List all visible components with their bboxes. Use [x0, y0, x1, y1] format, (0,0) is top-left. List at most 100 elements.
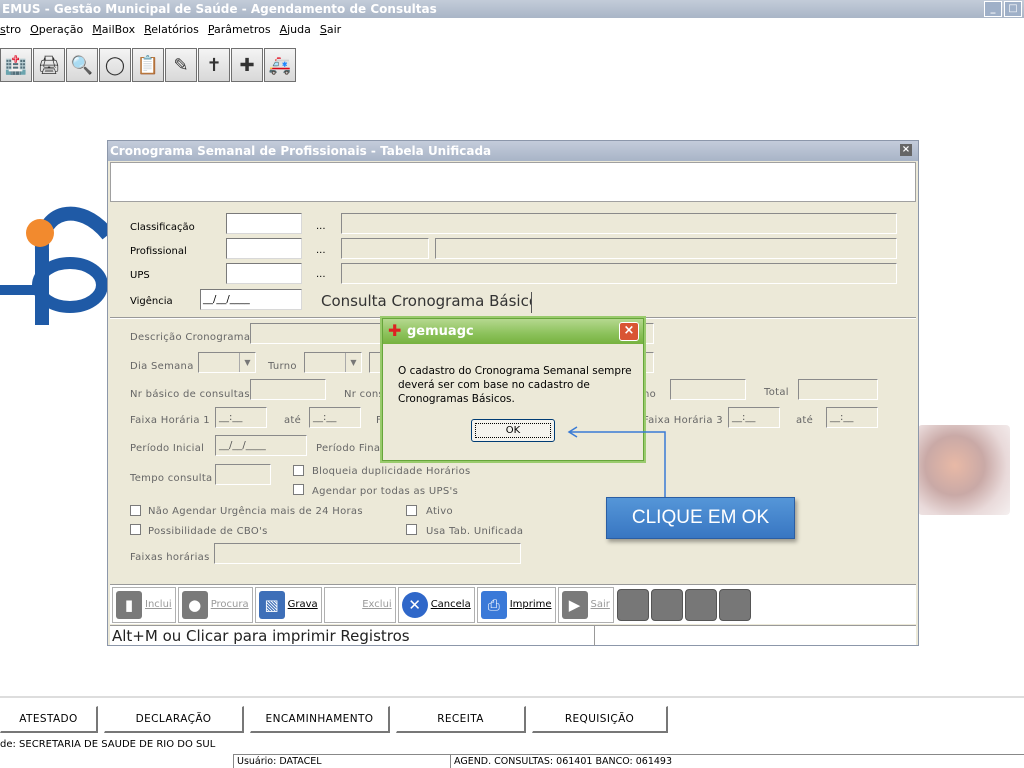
cross-icon[interactable]: ✝: [198, 48, 230, 82]
usa-tab-checkbox: [406, 524, 417, 535]
profissional-name-field: [435, 238, 897, 259]
vigencia-input[interactable]: __/__/____: [200, 289, 302, 310]
sair-label: Sair: [590, 599, 610, 610]
maximize-button[interactable]: □: [1004, 1, 1022, 17]
background-photo: [918, 425, 1010, 515]
possibilidade-checkbox: [130, 524, 141, 535]
clipboard-icon[interactable]: 📋: [132, 48, 164, 82]
possibilidade-label: Possibilidade de CBO's: [148, 526, 268, 537]
next-record-icon[interactable]: [684, 588, 717, 621]
status-cell: [594, 626, 916, 646]
profissional-input[interactable]: [226, 238, 302, 259]
agend-info: AGEND. CONSULTAS: 061401 BANCO: 061493: [450, 754, 1024, 768]
inclui-button[interactable]: ▮ Inclui: [112, 586, 176, 623]
declaracao-button[interactable]: DECLARAÇÃO: [104, 706, 244, 733]
menu-operacao[interactable]: Operação: [30, 20, 83, 40]
total-label: Total: [764, 387, 789, 398]
nao-agendar-checkbox: [130, 505, 141, 516]
imprime-label: Imprime: [509, 599, 552, 610]
encaminhamento-button[interactable]: ENCAMINHAMENTO: [250, 706, 390, 733]
classificacao-input[interactable]: [226, 213, 302, 234]
classificacao-label: Classificação: [130, 222, 195, 233]
ups-input[interactable]: [226, 263, 302, 284]
ambulance-icon[interactable]: 🚑: [264, 48, 296, 82]
receita-button[interactable]: RECEITA: [396, 706, 526, 733]
ups-lookup-button[interactable]: ...: [316, 269, 326, 280]
cronograma-title: Cronograma Semanal de Profissionais - Ta…: [110, 144, 492, 158]
menu-ajuda[interactable]: Ajuda: [280, 20, 311, 40]
faixa1-label: Faixa Horária 1: [130, 415, 210, 426]
usa-tab-label: Usa Tab. Unificada: [426, 526, 524, 537]
close-icon[interactable]: ×: [900, 144, 912, 156]
usuario-info: Usuário: DATACEL: [233, 754, 450, 768]
nr-extra-field: [670, 379, 746, 400]
exclui-label: Exclui: [362, 599, 392, 610]
app-title-bar: EMUS - Gestão Municipal de Saúde - Agend…: [0, 0, 1024, 18]
action-toolbar: ▮ Inclui ● Procura ▧ Grava Exclui ✕ Cancela …: [110, 584, 916, 624]
classificacao-lookup-button[interactable]: ...: [316, 221, 326, 232]
app-cross-icon: ✚: [388, 321, 402, 340]
procura-button[interactable]: ● Procura: [177, 586, 253, 623]
exclui-button[interactable]: Exclui: [323, 586, 396, 623]
pointer-arrow: [567, 426, 666, 498]
ups-label: UPS: [130, 270, 150, 281]
profissional-lookup-button[interactable]: ...: [316, 245, 326, 256]
dia-semana-label: Dia Semana: [130, 361, 194, 372]
cancela-button[interactable]: ✕ Cancela: [397, 586, 475, 623]
syringe-icon[interactable]: ✎: [165, 48, 197, 82]
vigencia-label: Vigência: [130, 296, 173, 307]
minimize-button[interactable]: _: [984, 1, 1002, 17]
cancela-label: Cancela: [430, 599, 471, 610]
close-icon[interactable]: ×: [619, 322, 639, 341]
magnifier-icon[interactable]: 🔍: [66, 48, 98, 82]
faixa3-ate-label: até: [796, 415, 814, 426]
menu-cadastro[interactable]: stro: [0, 20, 21, 40]
faixas-field: [214, 543, 521, 564]
nr-basico-field: [250, 379, 326, 400]
grava-button[interactable]: ▧ Grava: [254, 586, 322, 623]
ok-button[interactable]: OK: [471, 419, 555, 442]
agendar-todas-checkbox: [293, 484, 304, 495]
document-icon: ▮: [116, 590, 142, 619]
hospital-icon[interactable]: 🏥: [0, 48, 32, 82]
nao-agendar-label: Não Agendar Urgência mais de 24 Horas: [148, 506, 363, 517]
dia-semana-select: ▼: [198, 352, 256, 373]
periodo-final-label: Período Fina: [316, 443, 381, 454]
main-toolbar: 🏥 🖨 🔍 ◯ 📋 ✎ ✝ ✚ 🚑: [0, 48, 296, 84]
menu-parametros[interactable]: Parâmetros: [208, 20, 271, 40]
last-record-icon[interactable]: [718, 588, 751, 621]
menu-bar: stro Operação MailBox Relatórios Parâmet…: [0, 20, 341, 40]
total-field: [798, 379, 878, 400]
faixa3-end-field: __:__: [826, 407, 878, 428]
message-title: gemuagc: [407, 324, 474, 339]
classificacao-desc-field: [341, 213, 897, 234]
pill-icon[interactable]: ◯: [99, 48, 131, 82]
sair-button[interactable]: ▶ Sair: [557, 586, 614, 623]
printer-icon[interactable]: 🖨: [33, 48, 65, 82]
menu-sair[interactable]: Sair: [320, 20, 341, 40]
nav-buttons: [615, 586, 752, 623]
first-record-icon[interactable]: [616, 588, 649, 621]
faixa1-start-field: __:__: [215, 407, 267, 428]
faixas-label: Faixas horárias: [130, 552, 210, 563]
imprime-button[interactable]: ⎙ Imprime: [476, 586, 556, 623]
ativo-label: Ativo: [426, 506, 453, 517]
medkit-icon[interactable]: ✚: [231, 48, 263, 82]
tempo-consulta-label: Tempo consulta: [130, 473, 213, 484]
ativo-checkbox: [406, 505, 417, 516]
prev-record-icon[interactable]: [650, 588, 683, 621]
cronograma-title-bar: Cronograma Semanal de Profissionais - Ta…: [108, 141, 918, 161]
nr-cons-label: Nr cons: [344, 389, 385, 400]
consulta-cronograma-button[interactable]: Consulta Cronograma Básico: [321, 292, 532, 313]
turno-select: ▼: [304, 352, 362, 373]
requisicao-button[interactable]: REQUISIÇÃO: [532, 706, 668, 733]
periodo-inicial-field: __/__/____: [215, 435, 307, 456]
window-status-bar: Alt+M ou Clicar para imprimir Registros: [110, 625, 916, 646]
faixa1-ate-label: até: [284, 415, 302, 426]
agendar-todas-label: Agendar por todas as UPS's: [312, 486, 459, 497]
menu-mailbox[interactable]: MailBox: [92, 20, 135, 40]
inclui-label: Inclui: [145, 599, 172, 610]
atestado-button[interactable]: ATESTADO: [0, 706, 98, 733]
menu-relatorios[interactable]: Relatórios: [144, 20, 199, 40]
profissional-code-field: [341, 238, 429, 259]
